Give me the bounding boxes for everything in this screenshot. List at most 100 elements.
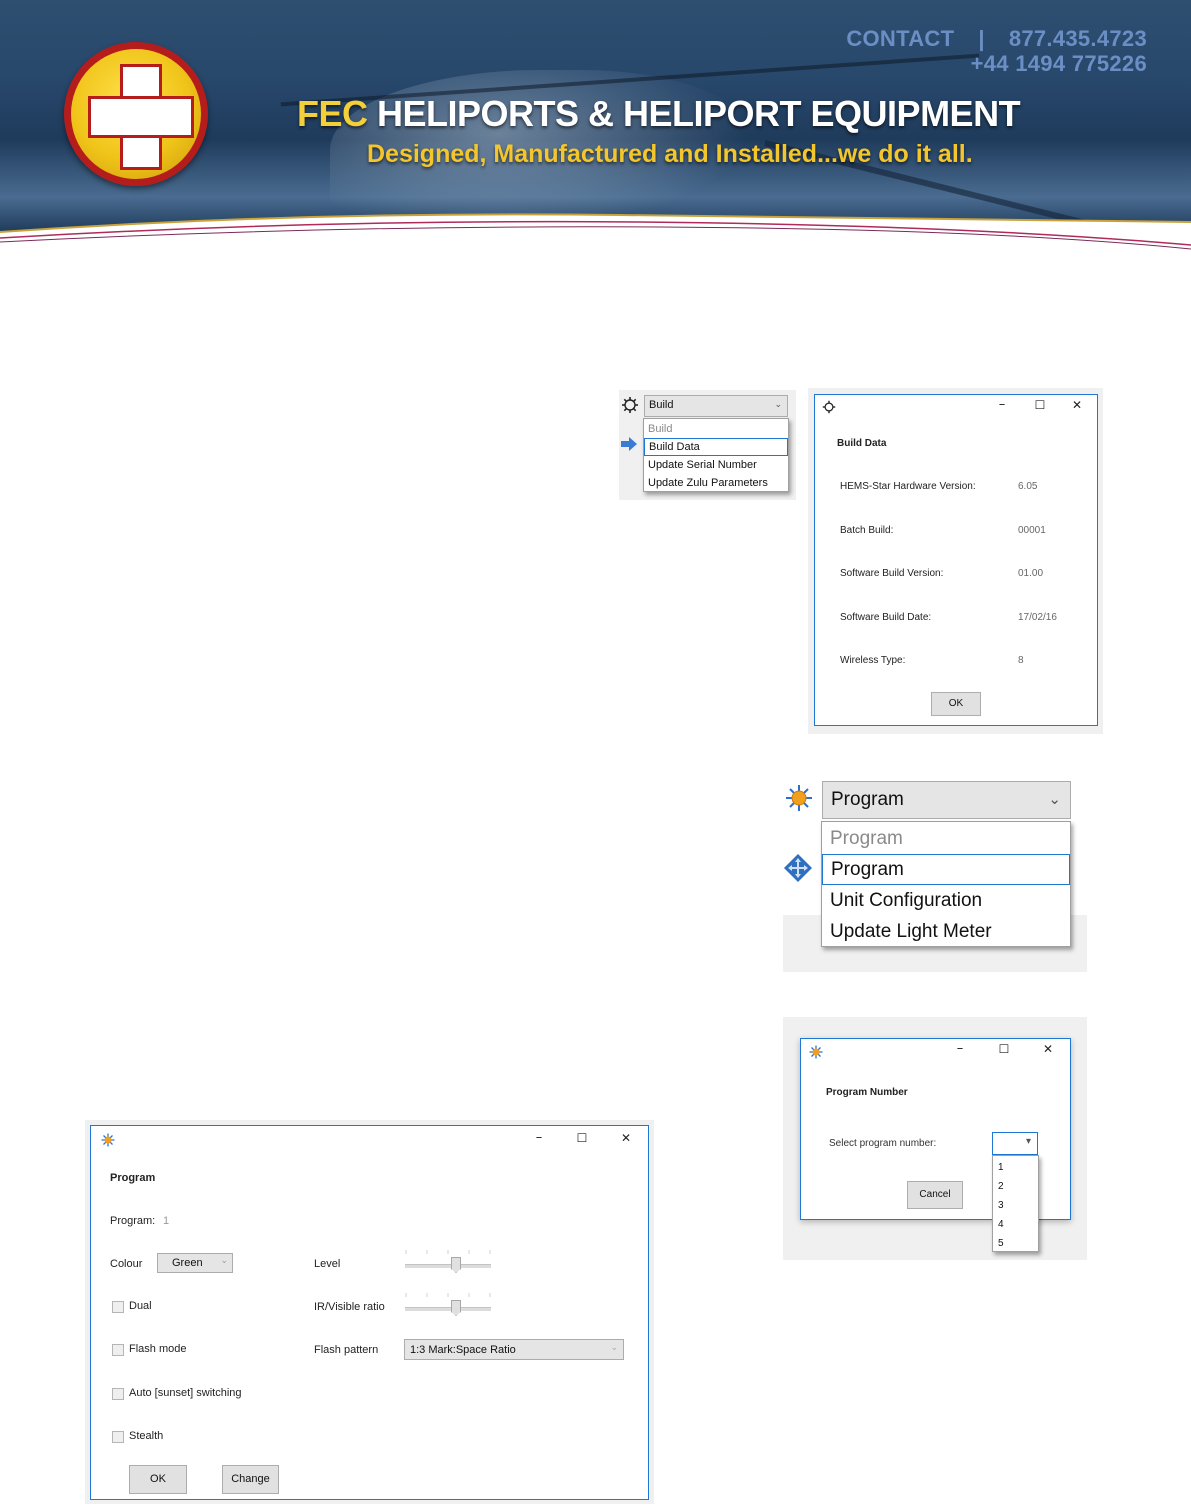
program-menu-item-disabled: Program bbox=[830, 828, 903, 849]
flash-mode-label: Flash mode bbox=[129, 1343, 187, 1355]
program-number-heading: Program Number bbox=[826, 1087, 908, 1098]
program-label: Program: bbox=[110, 1215, 156, 1227]
program-dropdown-list: Program Program Unit Configuration Updat… bbox=[821, 821, 1071, 947]
program-heading: Program bbox=[110, 1172, 156, 1184]
colour-label: Colour bbox=[110, 1258, 143, 1270]
auto-switching-checkbox[interactable] bbox=[112, 1388, 124, 1400]
contact-info: CONTACT | 877.435.4723 +44 1494 775226 bbox=[846, 26, 1147, 76]
build-dropdown-list: Build Build Data Update Serial Number Up… bbox=[643, 418, 789, 492]
program-menu-item-light-meter[interactable]: Update Light Meter bbox=[822, 917, 1070, 947]
batch-build-label: Batch Build: bbox=[840, 525, 894, 536]
program-number-select[interactable]: ▾ bbox=[992, 1132, 1038, 1155]
build-menu-item-build: Build bbox=[648, 423, 673, 435]
program-frame: – ☐ ✕ Program Program: 1 Colour Green ⌄ … bbox=[85, 1120, 654, 1504]
tagline: Designed, Manufactured and Installed...w… bbox=[367, 140, 973, 168]
software-version-value: 01.00 bbox=[1018, 568, 1044, 579]
slider-track bbox=[405, 1307, 491, 1311]
build-dropdown[interactable]: Build ⌄ bbox=[644, 395, 788, 417]
change-button[interactable]: Change bbox=[222, 1465, 279, 1494]
build-menu-item-update-zulu[interactable]: Update Zulu Parameters bbox=[644, 475, 788, 492]
stealth-label: Stealth bbox=[129, 1430, 164, 1442]
colour-value: Green bbox=[172, 1257, 203, 1269]
flash-pattern-value: 1:3 Mark:Space Ratio bbox=[410, 1344, 516, 1356]
maximize-button[interactable]: ☐ bbox=[997, 1042, 1011, 1056]
wireless-type-label: Wireless Type: bbox=[840, 655, 906, 666]
software-date-label: Software Build Date: bbox=[840, 612, 932, 623]
chevron-down-icon: ⌄ bbox=[610, 1342, 618, 1352]
program-number-option[interactable]: 4 bbox=[993, 1215, 1038, 1234]
program-number-options: 1 2 3 4 5 bbox=[992, 1155, 1039, 1252]
company-logo bbox=[64, 42, 208, 186]
auto-switching-label: Auto [sunset] switching bbox=[129, 1387, 242, 1399]
level-slider[interactable] bbox=[405, 1250, 491, 1276]
sun-icon bbox=[786, 785, 812, 811]
header-banner: CONTACT | 877.435.4723 +44 1494 775226 FEC… bbox=[0, 0, 1191, 232]
program-menu-item-unit-config[interactable]: Unit Configuration bbox=[822, 886, 1070, 916]
program-menu-item-program[interactable]: Program bbox=[822, 854, 1070, 885]
build-menu-item-update-serial[interactable]: Update Serial Number bbox=[644, 457, 788, 474]
level-label: Level bbox=[314, 1258, 341, 1270]
close-button[interactable]: ✕ bbox=[619, 1131, 633, 1145]
chevron-down-icon: ⌄ bbox=[220, 1255, 228, 1265]
contact-label: CONTACT bbox=[846, 26, 955, 51]
build-data-frame: – ☐ ✕ Build Data HEMS-Star Hardware Vers… bbox=[808, 388, 1103, 734]
cancel-button[interactable]: Cancel bbox=[907, 1181, 963, 1209]
chevron-down-icon: ▾ bbox=[1025, 1136, 1031, 1147]
gear-icon bbox=[622, 397, 638, 413]
phone-us[interactable]: 877.435.4723 bbox=[1009, 26, 1147, 51]
arrow-right-icon bbox=[621, 437, 637, 451]
slider-ticks bbox=[405, 1250, 491, 1254]
header-swoosh bbox=[0, 213, 1191, 255]
colour-dropdown[interactable]: Green ⌄ bbox=[157, 1253, 233, 1273]
contact-separator: | bbox=[978, 26, 985, 51]
program-number-option[interactable]: 5 bbox=[993, 1234, 1038, 1253]
flash-pattern-label: Flash pattern bbox=[314, 1344, 379, 1356]
program-number-option[interactable]: 2 bbox=[993, 1177, 1038, 1196]
build-menu-item-build-data[interactable]: Build Data bbox=[644, 438, 788, 456]
software-version-label: Software Build Version: bbox=[840, 568, 944, 579]
minimize-button[interactable]: – bbox=[995, 397, 1009, 412]
program-number-option[interactable]: 3 bbox=[993, 1196, 1038, 1215]
minimize-button[interactable]: – bbox=[532, 1130, 546, 1145]
batch-build-value: 00001 bbox=[1018, 525, 1046, 536]
dual-label: Dual bbox=[129, 1300, 152, 1312]
ok-button[interactable]: OK bbox=[931, 692, 981, 716]
program-dropdown-value: Program bbox=[831, 789, 904, 810]
close-button[interactable]: ✕ bbox=[1041, 1042, 1055, 1056]
hardware-version-value: 6.05 bbox=[1018, 481, 1038, 492]
sun-icon bbox=[809, 1045, 823, 1059]
program-dropdown[interactable]: Program ⌄ bbox=[822, 781, 1071, 819]
wireless-type-value: 8 bbox=[1018, 655, 1024, 666]
ir-visible-slider[interactable] bbox=[405, 1293, 491, 1319]
flash-mode-checkbox[interactable] bbox=[112, 1344, 124, 1356]
build-data-heading: Build Data bbox=[837, 438, 887, 449]
move-icon bbox=[784, 854, 812, 882]
program-menu-panel: Program ⌄ Program Program Unit Configura… bbox=[783, 777, 1087, 972]
close-button[interactable]: ✕ bbox=[1070, 398, 1084, 412]
program-number-frame: – ☐ ✕ Program Number Select program numb… bbox=[783, 1017, 1087, 1260]
maximize-button[interactable]: ☐ bbox=[1033, 398, 1047, 412]
slider-thumb[interactable] bbox=[451, 1257, 461, 1273]
program-value: 1 bbox=[163, 1215, 170, 1227]
build-data-dialog: – ☐ ✕ Build Data HEMS-Star Hardware Vers… bbox=[814, 394, 1098, 726]
maximize-button[interactable]: ☐ bbox=[575, 1131, 589, 1145]
gear-icon bbox=[822, 400, 836, 414]
logo-cross-center bbox=[123, 99, 159, 135]
company-prefix: FEC bbox=[297, 93, 368, 134]
flash-pattern-dropdown[interactable]: 1:3 Mark:Space Ratio ⌄ bbox=[404, 1339, 624, 1360]
hardware-version-label: HEMS-Star Hardware Version: bbox=[840, 481, 976, 492]
minimize-button[interactable]: – bbox=[953, 1041, 967, 1056]
chevron-down-icon: ⌄ bbox=[774, 399, 782, 409]
program-dialog: – ☐ ✕ Program Program: 1 Colour Green ⌄ … bbox=[90, 1125, 649, 1500]
stealth-checkbox[interactable] bbox=[112, 1431, 124, 1443]
company-suffix: HELIPORTS & HELIPORT EQUIPMENT bbox=[377, 93, 1021, 134]
slider-ticks bbox=[405, 1293, 491, 1297]
phone-uk[interactable]: +44 1494 775226 bbox=[846, 51, 1147, 76]
ok-button[interactable]: OK bbox=[129, 1465, 187, 1494]
program-number-option[interactable]: 1 bbox=[993, 1158, 1038, 1177]
dual-checkbox[interactable] bbox=[112, 1301, 124, 1313]
slider-thumb[interactable] bbox=[451, 1300, 461, 1316]
company-title: FEC HELIPORTS & HELIPORT EQUIPMENT bbox=[297, 93, 1021, 135]
ir-visible-label: IR/Visible ratio bbox=[314, 1301, 385, 1313]
sun-icon bbox=[101, 1133, 115, 1147]
